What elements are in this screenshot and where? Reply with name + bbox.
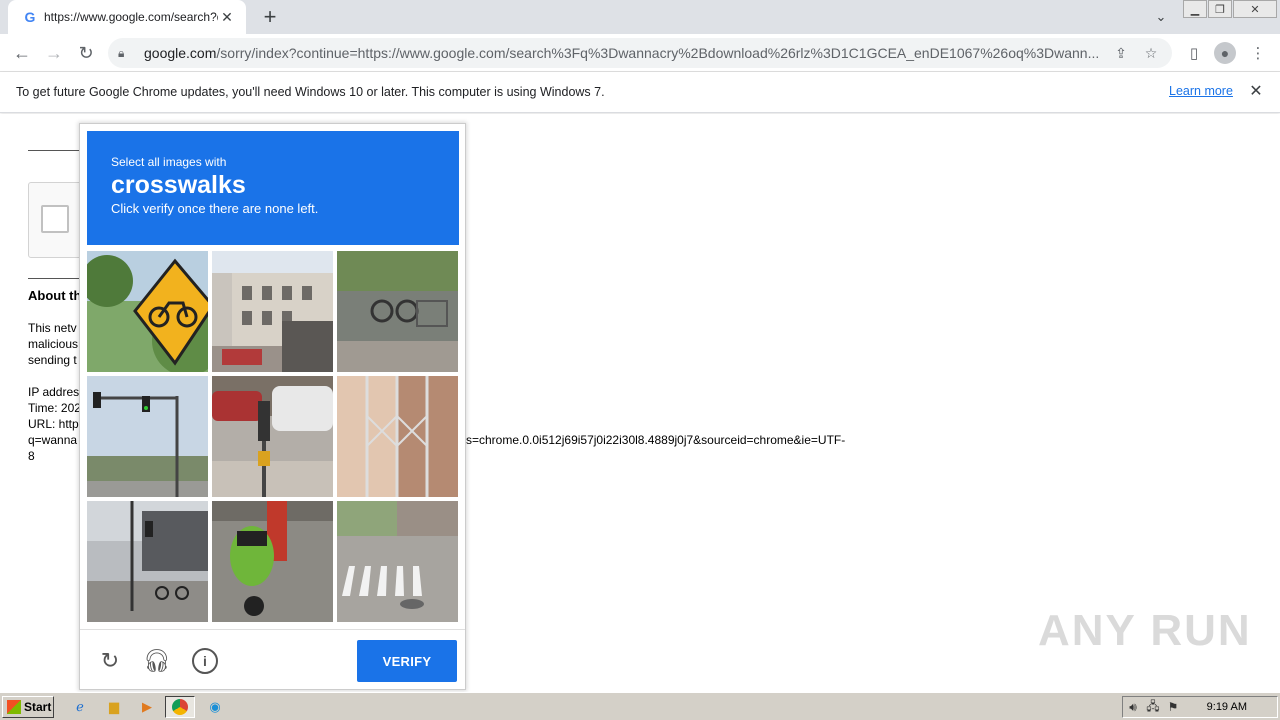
scooter-image: [212, 501, 333, 622]
url-path: /sorry/index?continue=https://www.google…: [216, 45, 1100, 61]
url-line: 8: [28, 449, 35, 463]
update-infobar: To get future Google Chrome updates, you…: [0, 72, 1280, 113]
tab-search-chevron-icon[interactable]: ⌄: [1150, 6, 1172, 28]
image-tile-4[interactable]: [87, 376, 208, 497]
about-para-line: malicious: [28, 337, 79, 351]
info-icon[interactable]: i: [192, 648, 218, 674]
about-para-line: This netv: [28, 321, 77, 335]
volume-icon[interactable]: 🔊︎: [1123, 700, 1143, 715]
infobar-message: To get future Google Chrome updates, you…: [16, 85, 605, 99]
reload-challenge-icon[interactable]: ↻: [97, 648, 123, 674]
browser-tab[interactable]: G https://www.google.com/search?q= ✕: [8, 0, 246, 34]
captcha-challenge: Select all images with crosswalks Click …: [79, 123, 466, 690]
challenge-header: Select all images with crosswalks Click …: [87, 131, 459, 245]
forward-arrow-icon[interactable]: →: [42, 41, 66, 65]
address-bar[interactable]: 🔒︎ google.com/sorry/index?continue=https…: [108, 38, 1172, 68]
bookmark-star-icon[interactable]: ☆: [1140, 42, 1162, 64]
anyrun-watermark: ANY RUN: [1038, 606, 1252, 655]
chrome-taskbar-icon[interactable]: [165, 696, 195, 718]
challenge-target: crosswalks: [111, 171, 246, 199]
new-tab-button[interactable]: +: [258, 4, 282, 29]
profile-button[interactable]: ●: [1213, 41, 1237, 65]
file-explorer-icon[interactable]: ▆: [104, 697, 124, 717]
challenge-instruction: Select all images with: [111, 155, 227, 169]
avatar-icon: ●: [1214, 42, 1236, 64]
url-tail-text: s=chrome.0.0i512j69i57j0i22i30l8.4889j0j…: [466, 433, 846, 447]
recaptcha-checkbox[interactable]: [41, 205, 69, 233]
clock[interactable]: 9:19 AM: [1207, 701, 1247, 713]
bicycle-sign-image: [87, 251, 208, 372]
image-tile-7[interactable]: [87, 501, 208, 622]
image-tile-1[interactable]: [87, 251, 208, 372]
back-arrow-icon[interactable]: ←: [10, 41, 34, 65]
restore-window-icon[interactable]: ❐: [1208, 0, 1232, 18]
about-heading: About th: [28, 288, 82, 303]
image-tile-6[interactable]: [337, 376, 458, 497]
tab-strip: G https://www.google.com/search?q= ✕ + ⌄…: [0, 0, 1280, 34]
about-para-line: sending t: [28, 353, 77, 367]
url-line: q=wanna: [28, 433, 78, 447]
image-tile-2[interactable]: [212, 251, 333, 372]
close-window-icon[interactable]: ✕: [1233, 0, 1277, 18]
lock-icon[interactable]: 🔒︎: [118, 46, 134, 61]
traffic-light-image: [87, 376, 208, 497]
share-icon[interactable]: ⇪: [1110, 42, 1132, 64]
image-tile-8[interactable]: [212, 501, 333, 622]
time-line: Time: 202: [28, 401, 81, 415]
internet-explorer-icon[interactable]: ℯ: [70, 697, 90, 717]
google-favicon-icon: G: [24, 9, 36, 25]
action-center-flag-icon[interactable]: ⚑: [1163, 700, 1183, 714]
system-tray: 🔊︎ 🖧 ⚑ 9:19 AM: [1122, 696, 1278, 718]
intersection-motorbike-image: [87, 501, 208, 622]
ip-address-line: IP addres: [28, 385, 80, 399]
image-tile-9[interactable]: [337, 501, 458, 622]
image-grid: [87, 251, 459, 623]
url-text: google.com/sorry/index?continue=https://…: [144, 45, 1102, 61]
browser-toolbar: ← → ↻ 🔒︎ google.com/sorry/index?continue…: [0, 34, 1280, 72]
windows-logo-icon: [7, 700, 21, 714]
minimize-window-icon[interactable]: ▁: [1183, 0, 1207, 18]
url-line: URL: http: [28, 417, 79, 431]
menu-kebab-icon[interactable]: ⋮: [1246, 41, 1270, 65]
building-street-image: [212, 251, 333, 372]
challenge-footer: ↻ 🎧︎ i VERIFY: [80, 629, 465, 689]
audio-challenge-icon[interactable]: 🎧︎: [143, 648, 171, 674]
challenge-subtext: Click verify once there are none left.: [111, 201, 319, 216]
reload-icon[interactable]: ↻: [74, 41, 98, 65]
edge-icon[interactable]: ◉: [205, 697, 225, 717]
url-host: google.com: [144, 45, 217, 61]
crosswalk-image: [337, 501, 458, 622]
tab-title: https://www.google.com/search?q=: [44, 10, 218, 24]
image-tile-3[interactable]: [337, 251, 458, 372]
start-label: Start: [24, 700, 52, 714]
parking-meter-image: [212, 376, 333, 497]
tab-close-icon[interactable]: ✕: [218, 8, 236, 26]
network-icon[interactable]: 🖧: [1143, 697, 1163, 718]
verify-button[interactable]: VERIFY: [357, 640, 457, 682]
learn-more-link[interactable]: Learn more: [1169, 84, 1233, 98]
media-player-icon[interactable]: ▶: [137, 697, 157, 717]
start-button[interactable]: Start: [2, 696, 54, 718]
infobar-close-icon[interactable]: ✕: [1248, 83, 1264, 100]
power-tower-image: [337, 376, 458, 497]
image-tile-5[interactable]: [212, 376, 333, 497]
side-panel-icon[interactable]: ▯: [1182, 41, 1206, 65]
windows-taskbar: Start ℯ ▆ ▶ ◉ 🔊︎ 🖧 ⚑ 9:19 AM: [0, 692, 1280, 720]
bike-rack-image: [337, 251, 458, 372]
